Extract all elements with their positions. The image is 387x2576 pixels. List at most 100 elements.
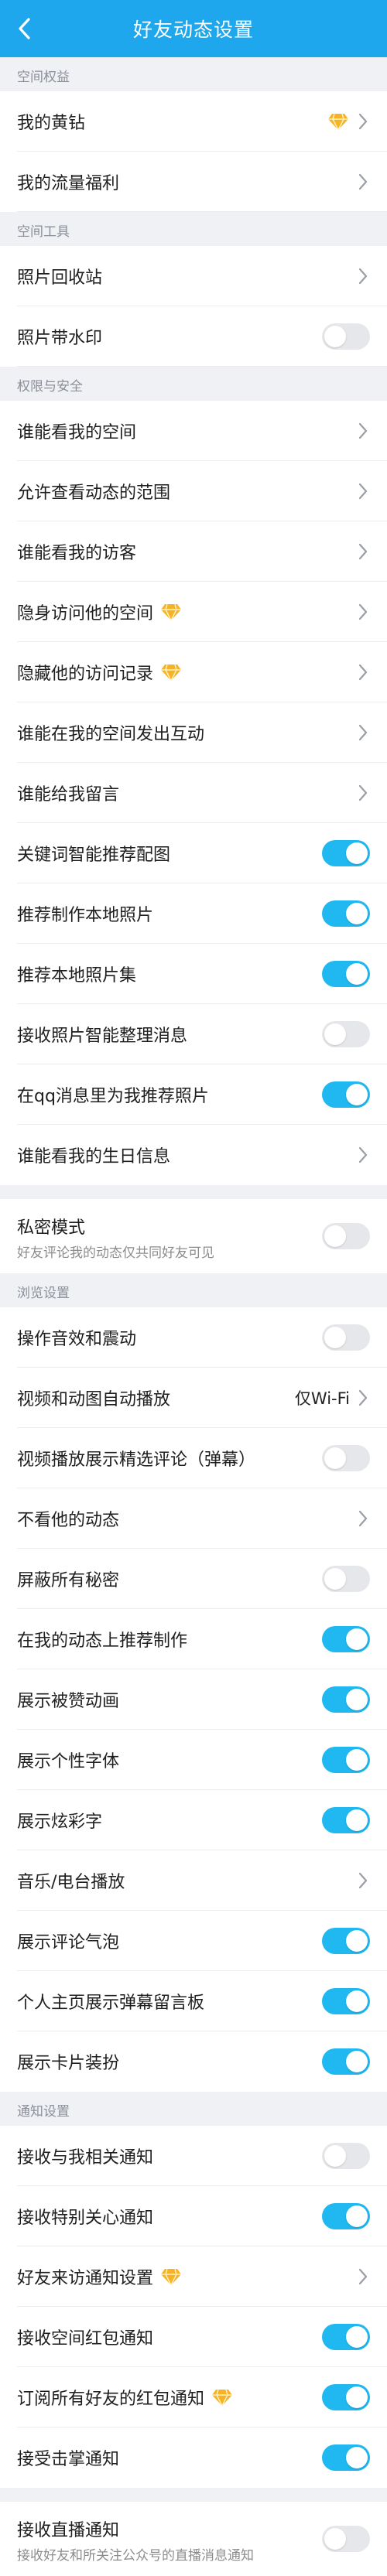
toggle-switch[interactable] [322, 2324, 370, 2350]
diamond-icon [211, 2387, 234, 2407]
toggle-switch[interactable] [322, 1626, 370, 1652]
row-qq-recommend-photos[interactable]: 在qq消息里为我推荐照片 [0, 1064, 387, 1125]
toggle-switch[interactable] [322, 1807, 370, 1833]
row-label: 关键词智能推荐配图 [17, 841, 322, 866]
row-control [322, 323, 370, 350]
row-label: 接受击掌通知 [17, 2445, 322, 2470]
toggle-switch[interactable] [322, 1021, 370, 1047]
row-high-five-notifications[interactable]: 接受击掌通知 [0, 2427, 387, 2488]
row-text: 允许查看动态的范围 [17, 479, 356, 504]
row-who-can-see-my-space[interactable]: 谁能看我的空间 [0, 401, 387, 461]
row-who-can-leave-message[interactable]: 谁能给我留言 [0, 763, 387, 823]
row-label: 接收直播通知 [17, 2516, 322, 2541]
chevron-right-icon [356, 602, 370, 622]
row-text: 我的黄钻 [17, 109, 320, 134]
back-chevron-icon[interactable] [9, 13, 40, 44]
row-label-text: 允许查看动态的范围 [17, 483, 171, 503]
row-comment-bubble[interactable]: 展示评论气泡 [0, 1911, 387, 1971]
row-my-traffic-benefits[interactable]: 我的流量福利 [0, 152, 387, 212]
row-label-text: 好友来访通知设置 [17, 2269, 154, 2288]
toggle-switch[interactable] [322, 1324, 370, 1351]
row-who-can-see-birthday[interactable]: 谁能看我的生日信息 [0, 1125, 387, 1185]
row-text: 接受击掌通知 [17, 2445, 322, 2470]
row-text: 个人主页展示弹幕留言板 [17, 1989, 322, 2014]
row-invisible-visit[interactable]: 隐身访问他的空间 [0, 582, 387, 642]
top-bar: 好友动态设置 [0, 0, 387, 57]
toggle-switch[interactable] [322, 1747, 370, 1773]
row-label-text: 音乐/电台播放 [17, 1873, 125, 1892]
toggle-switch[interactable] [322, 961, 370, 987]
toggle-switch[interactable] [322, 1223, 370, 1249]
row-my-yellow-diamond[interactable]: 我的黄钻 [0, 91, 387, 152]
row-label-text: 隐身访问他的空间 [17, 604, 154, 624]
row-label: 隐藏他的访问记录 [17, 660, 356, 685]
row-special-care-notifications[interactable]: 接收特别关心通知 [0, 2186, 387, 2246]
row-like-animation[interactable]: 展示被赞动画 [0, 1669, 387, 1730]
toggle-switch[interactable] [322, 2526, 370, 2552]
row-colorful-text[interactable]: 展示炫彩字 [0, 1790, 387, 1850]
row-live-notifications[interactable]: 接收直播通知 接收好友和所关注公众号的直播消息通知 [0, 2502, 387, 2576]
row-label: 展示个性字体 [17, 1748, 322, 1772]
row-subscribe-friend-red-packets[interactable]: 订阅所有好友的红包通知 [0, 2367, 387, 2427]
row-private-mode[interactable]: 私密模式 好友评论我的动态仅共同好友可见 [0, 1199, 387, 1273]
row-label: 推荐本地照片集 [17, 962, 322, 986]
toggle-knob [324, 2145, 346, 2167]
row-text: 音乐/电台播放 [17, 1868, 356, 1893]
row-card-decoration[interactable]: 展示卡片装扮 [0, 2031, 387, 2092]
row-who-can-interact[interactable]: 谁能在我的空间发出互动 [0, 702, 387, 763]
toggle-switch[interactable] [322, 323, 370, 350]
row-keyword-smart-images[interactable]: 关键词智能推荐配图 [0, 823, 387, 883]
toggle-switch[interactable] [322, 2143, 370, 2169]
section-header: 浏览设置 [0, 1273, 387, 1307]
row-label: 接收与我相关通知 [17, 2144, 322, 2168]
row-label: 视频和动图自动播放 [17, 1385, 295, 1410]
chevron-right-icon [356, 542, 370, 562]
toggle-switch[interactable] [322, 1928, 370, 1954]
toggle-knob [346, 1990, 368, 2012]
row-text: 关键词智能推荐配图 [17, 841, 322, 866]
row-custom-font[interactable]: 展示个性字体 [0, 1730, 387, 1790]
row-label: 谁能在我的空间发出互动 [17, 720, 356, 745]
toggle-switch[interactable] [322, 2444, 370, 2471]
row-photo-recycle-bin[interactable]: 照片回收站 [0, 246, 387, 306]
row-text: 推荐制作本地照片 [17, 901, 322, 926]
row-hide-his-feed[interactable]: 不看他的动态 [0, 1488, 387, 1549]
row-label-text: 个人主页展示弹幕留言板 [17, 1993, 205, 2013]
toggle-switch[interactable] [322, 840, 370, 866]
row-recommend-local-photos[interactable]: 推荐制作本地照片 [0, 883, 387, 944]
row-control [356, 172, 370, 192]
toggle-switch[interactable] [322, 900, 370, 927]
row-recommend-local-albums[interactable]: 推荐本地照片集 [0, 944, 387, 1004]
row-video-danmaku[interactable]: 视频播放展示精选评论（弹幕） [0, 1428, 387, 1488]
row-danmaku-board[interactable]: 个人主页展示弹幕留言板 [0, 1971, 387, 2031]
row-feed-visibility-range[interactable]: 允许查看动态的范围 [0, 461, 387, 521]
row-photo-smart-organize[interactable]: 接收照片智能整理消息 [0, 1004, 387, 1064]
row-block-secrets[interactable]: 屏蔽所有秘密 [0, 1549, 387, 1609]
row-control [322, 840, 370, 866]
row-sound-vibration[interactable]: 操作音效和震动 [0, 1307, 387, 1368]
toggle-switch[interactable] [322, 1445, 370, 1471]
row-label: 展示评论气泡 [17, 1929, 322, 1953]
toggle-switch[interactable] [322, 1988, 370, 2014]
toggle-switch[interactable] [322, 2048, 370, 2075]
row-related-notifications[interactable]: 接收与我相关通知 [0, 2126, 387, 2186]
toggle-switch[interactable] [322, 1081, 370, 1108]
toggle-switch[interactable] [322, 1686, 370, 1713]
row-music-radio[interactable]: 音乐/电台播放 [0, 1850, 387, 1911]
row-label-text: 在我的动态上推荐制作 [17, 1631, 188, 1651]
row-who-can-see-my-visitors[interactable]: 谁能看我的访客 [0, 521, 387, 582]
row-red-packet-notifications[interactable]: 接收空间红包通知 [0, 2307, 387, 2367]
toggle-switch[interactable] [322, 1566, 370, 1592]
chevron-right-icon [356, 481, 370, 501]
row-control [322, 2203, 370, 2229]
row-hide-visit-records[interactable]: 隐藏他的访问记录 [0, 642, 387, 702]
row-video-autoplay[interactable]: 视频和动图自动播放 仅Wi-Fi [0, 1368, 387, 1428]
row-photo-watermark[interactable]: 照片带水印 [0, 306, 387, 367]
row-visitor-notification-settings[interactable]: 好友来访通知设置 [0, 2246, 387, 2307]
row-label: 推荐制作本地照片 [17, 901, 322, 926]
toggle-switch[interactable] [322, 2203, 370, 2229]
toggle-switch[interactable] [322, 2384, 370, 2410]
row-label: 展示被赞动画 [17, 1687, 322, 1712]
row-control [322, 961, 370, 987]
row-recommend-on-feed[interactable]: 在我的动态上推荐制作 [0, 1609, 387, 1669]
